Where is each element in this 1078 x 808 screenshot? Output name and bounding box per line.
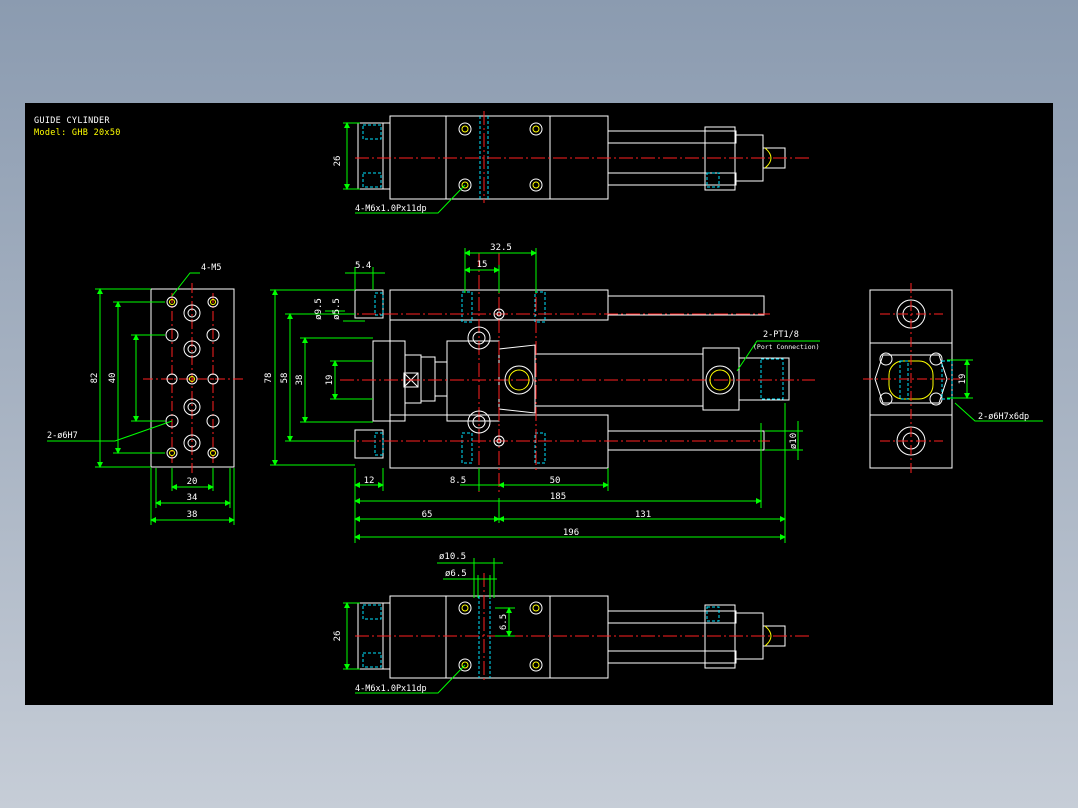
- right-view: 19 2-ø6H7x6dp: [863, 283, 1043, 475]
- cad-viewport[interactable]: GUIDE CYLINDER Model: GHB 20x50 26 4-M6x…: [25, 103, 1053, 705]
- top-view: 26 4-M6x1.0Px11dp: [333, 111, 810, 214]
- front-dim-9-5: ø9.5: [314, 298, 324, 320]
- left-thread-note: 4-M5: [201, 263, 221, 273]
- bottom-thread-note: 4-M6x1.0Px11dp: [355, 684, 427, 694]
- front-dim-38: 38: [295, 375, 305, 386]
- top-dim-height: 26: [333, 156, 343, 167]
- bottom-dim-bore: ø10.5: [439, 552, 466, 562]
- front-port-sub: (Port Connection): [753, 343, 820, 351]
- front-dim-196: 196: [563, 528, 579, 538]
- front-dim-rod: ø10: [789, 433, 799, 449]
- front-dim-78: 78: [264, 373, 274, 384]
- front-dim-185: 185: [550, 492, 566, 502]
- front-dim-5-4: 5.4: [355, 261, 371, 271]
- right-dim-19: 19: [958, 374, 968, 385]
- right-pin-note: 2-ø6H7x6dp: [978, 412, 1029, 422]
- front-dim-8-5: 8.5: [450, 476, 466, 486]
- left-pin-note: 2-ø6H7: [47, 431, 78, 441]
- bottom-view: 26 ø10.5 ø6.5 6.5 4-M6x1.0Px11dp: [333, 552, 810, 694]
- front-dim-58: 58: [280, 373, 290, 384]
- front-dim-65: 65: [422, 510, 433, 520]
- bottom-dim-depth: 6.5: [499, 614, 509, 630]
- bottom-dim-height: 26: [333, 631, 343, 642]
- left-view: 82 40 20 34 38 4-M5 2-ø6H7: [47, 263, 243, 525]
- front-dim-32-5: 32.5: [490, 243, 512, 253]
- front-dim-15: 15: [477, 260, 488, 270]
- left-dim-82: 82: [90, 373, 100, 384]
- bottom-dim-cbore: ø6.5: [445, 569, 467, 579]
- top-thread-note: 4-M6x1.0Px11dp: [355, 204, 427, 214]
- front-dim-12: 12: [364, 476, 375, 486]
- front-view: 5.4 32.5 15 ø9.5 ø5.5 78 58 38 19 12 8.5…: [264, 243, 820, 543]
- front-dim-131: 131: [635, 510, 651, 520]
- front-dim-50: 50: [550, 476, 561, 486]
- left-dim-20: 20: [187, 477, 198, 487]
- left-dim-40: 40: [108, 373, 118, 384]
- left-dim-34: 34: [187, 493, 198, 503]
- front-dim-5-5: ø5.5: [332, 298, 342, 320]
- drawing-canvas: 26 4-M6x1.0Px11dp 82 40 20 34 38 4-M5 2-…: [47, 111, 1043, 694]
- front-dim-19: 19: [325, 375, 335, 386]
- front-port-note: 2-PT1/8: [763, 330, 799, 340]
- left-dim-38: 38: [187, 510, 198, 520]
